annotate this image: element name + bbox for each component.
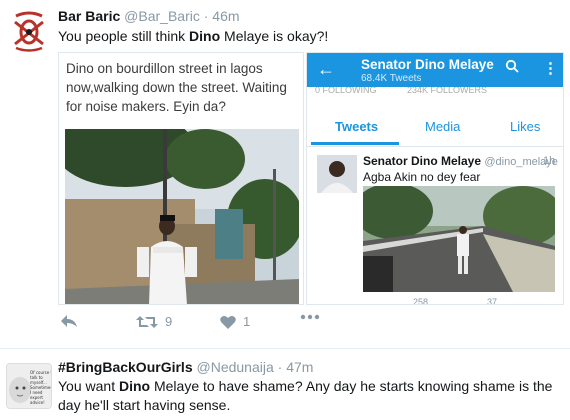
retweet-button[interactable]: 9 [136, 314, 172, 329]
author-name[interactable]: Bar Baric [58, 8, 120, 24]
text-segment: Melaye is okay?! [220, 28, 329, 44]
reply-icon [61, 315, 77, 327]
inner-author-name: Senator Dino Melaye [363, 154, 482, 168]
profile-name: Senator Dino Melaye [361, 57, 494, 72]
author-name[interactable]: #BringBackOurGirls [58, 359, 193, 375]
more-button[interactable] [300, 314, 320, 320]
profile-tabs: Tweets Media Likes [307, 111, 563, 147]
text-segment: You want [58, 378, 119, 394]
inner-timestamp: 1h [543, 155, 556, 167]
tweet-text: You want Dino Melaye to have shame? Any … [58, 377, 563, 415]
bar-baric-logo [6, 8, 52, 54]
inner-street-photo [363, 186, 555, 292]
retweet-icon [136, 315, 158, 328]
like-count: 1 [243, 314, 251, 329]
active-tab-indicator [311, 142, 399, 145]
inner-retweet-count: 258 [413, 297, 429, 305]
tweet-text: You people still think Dino Melaye is ok… [58, 27, 558, 46]
inner-tweet-actions: 258 37 [363, 297, 563, 305]
tab-tweets[interactable]: Tweets [335, 119, 378, 134]
tweet-header: Bar Baric @Bar_Baric · 46m [58, 8, 240, 24]
media-photo-left[interactable]: Dino on bourdillon street in lagos now,w… [58, 52, 304, 305]
author-handle[interactable]: @Bar_Baric [124, 8, 200, 24]
media-caption: Dino on bourdillon street in lagos now,w… [66, 61, 287, 114]
more-vertical-icon[interactable]: ⋮ [543, 59, 558, 77]
inner-tweet-text: Agba Akin no dey fear [363, 170, 481, 184]
following-count: 0 FOLLOWING [315, 87, 377, 95]
back-arrow-icon[interactable]: ← [317, 59, 335, 80]
highlight-term: Dino [189, 28, 221, 44]
inner-avatar [317, 155, 357, 193]
tweet[interactable]: Bar Baric @Bar_Baric · 46m You people st… [0, 0, 570, 348]
avatar[interactable]: Of course I talk to myself... Sometimes … [6, 363, 52, 409]
retweet-count: 9 [165, 314, 173, 329]
timestamp[interactable]: 46m [212, 8, 239, 24]
author-handle[interactable]: @Nedunaija [197, 359, 274, 375]
avatar-caption: Of course I talk to myself... Sometimes … [30, 370, 52, 405]
tweet-count: 68.4K Tweets [361, 73, 422, 84]
street-photo [65, 129, 299, 304]
tweet-actions: 9 1 [58, 312, 558, 336]
media-screenshot-right[interactable]: ← Senator Dino Melaye 68.4K Tweets ⋮ 0 F… [306, 52, 564, 305]
more-icon [300, 314, 320, 320]
profile-header-bar: ← Senator Dino Melaye 68.4K Tweets ⋮ [307, 53, 563, 87]
highlight-term: Dino [118, 378, 151, 394]
tweet-header: #BringBackOurGirls @Nedunaija · 47m [58, 359, 313, 375]
like-button[interactable]: 1 [220, 314, 250, 329]
follow-stats-strip: 0 FOLLOWING 234K FOLLOWERS [307, 87, 563, 95]
timestamp[interactable]: 47m [286, 359, 313, 375]
separator: · [203, 8, 209, 24]
separator: · [277, 359, 283, 375]
reply-button[interactable] [60, 314, 78, 328]
search-icon[interactable] [505, 59, 519, 78]
avatar[interactable] [6, 8, 52, 54]
tweet[interactable]: Of course I talk to myself... Sometimes … [0, 348, 570, 420]
text-segment: You people still think [58, 28, 190, 44]
tab-media[interactable]: Media [425, 119, 460, 134]
like-icon [220, 315, 236, 329]
inner-like-count: 37 [487, 297, 498, 305]
followers-count: 234K FOLLOWERS [407, 87, 488, 95]
tab-likes[interactable]: Likes [510, 119, 540, 134]
inner-tweet-header: Senator Dino Melaye @dino_melaye [363, 154, 558, 168]
